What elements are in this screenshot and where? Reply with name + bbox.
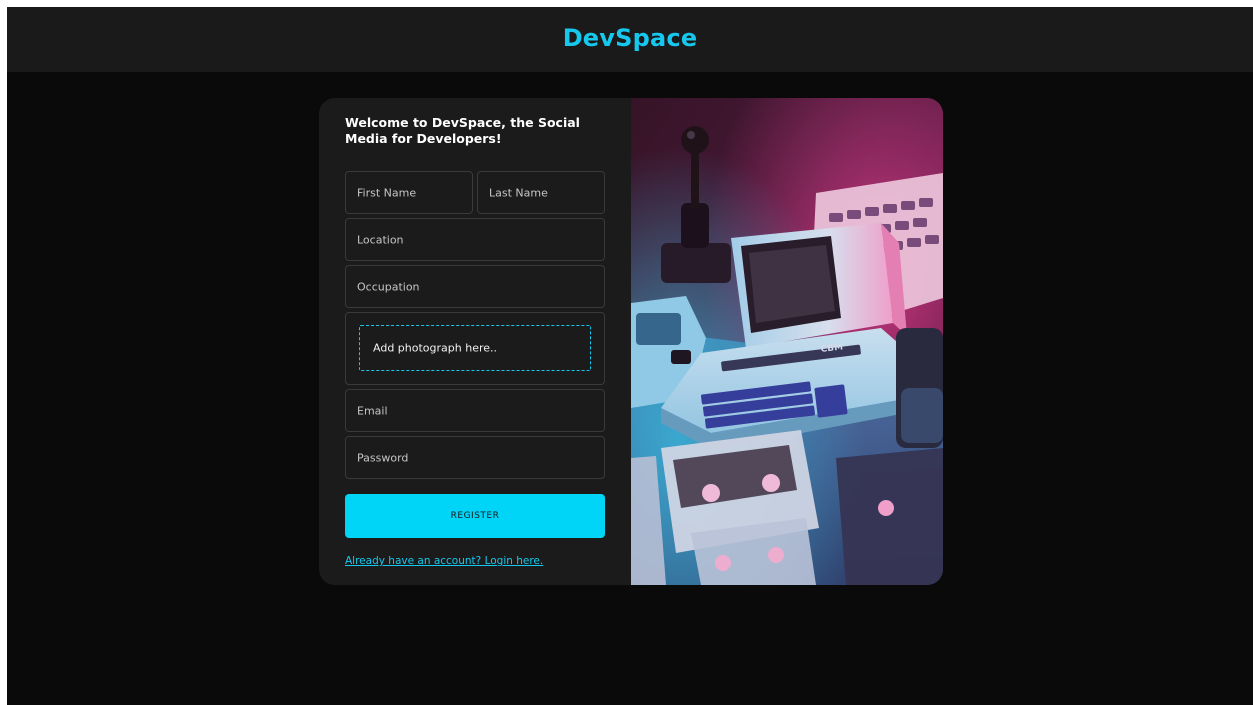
last-name-field[interactable]: Last Name <box>477 171 605 214</box>
retro-computer-photo: CBM <box>631 98 943 585</box>
top-navbar: DevSpace <box>7 7 1253 72</box>
location-placeholder: Location <box>357 233 404 246</box>
brand-logo-text[interactable]: DevSpace <box>7 24 1253 52</box>
photo-dropzone-label: Add photograph here.. <box>373 341 497 355</box>
retro-computer-illustration: CBM <box>631 98 943 585</box>
login-link[interactable]: Already have an account? Login here. <box>345 555 543 567</box>
occupation-placeholder: Occupation <box>357 280 420 293</box>
register-form: Welcome to DevSpace, the Social Media fo… <box>319 98 631 585</box>
last-name-placeholder: Last Name <box>489 186 548 199</box>
register-card: Welcome to DevSpace, the Social Media fo… <box>319 98 943 585</box>
first-name-placeholder: First Name <box>357 186 417 199</box>
password-field[interactable]: Password <box>345 436 605 479</box>
occupation-field[interactable]: Occupation <box>345 265 605 308</box>
password-placeholder: Password <box>357 451 409 464</box>
photo-dropzone[interactable]: Add photograph here.. <box>359 325 591 371</box>
app-viewport: DevSpace Welcome to DevSpace, the Social… <box>7 7 1253 705</box>
photo-upload-field[interactable]: Add photograph here.. <box>345 312 605 385</box>
email-field[interactable]: Email <box>345 389 605 432</box>
first-name-field[interactable]: First Name <box>345 171 473 214</box>
register-button[interactable]: REGISTER <box>345 494 605 538</box>
email-placeholder: Email <box>357 404 388 417</box>
welcome-heading: Welcome to DevSpace, the Social Media fo… <box>345 115 580 146</box>
location-field[interactable]: Location <box>345 218 605 261</box>
